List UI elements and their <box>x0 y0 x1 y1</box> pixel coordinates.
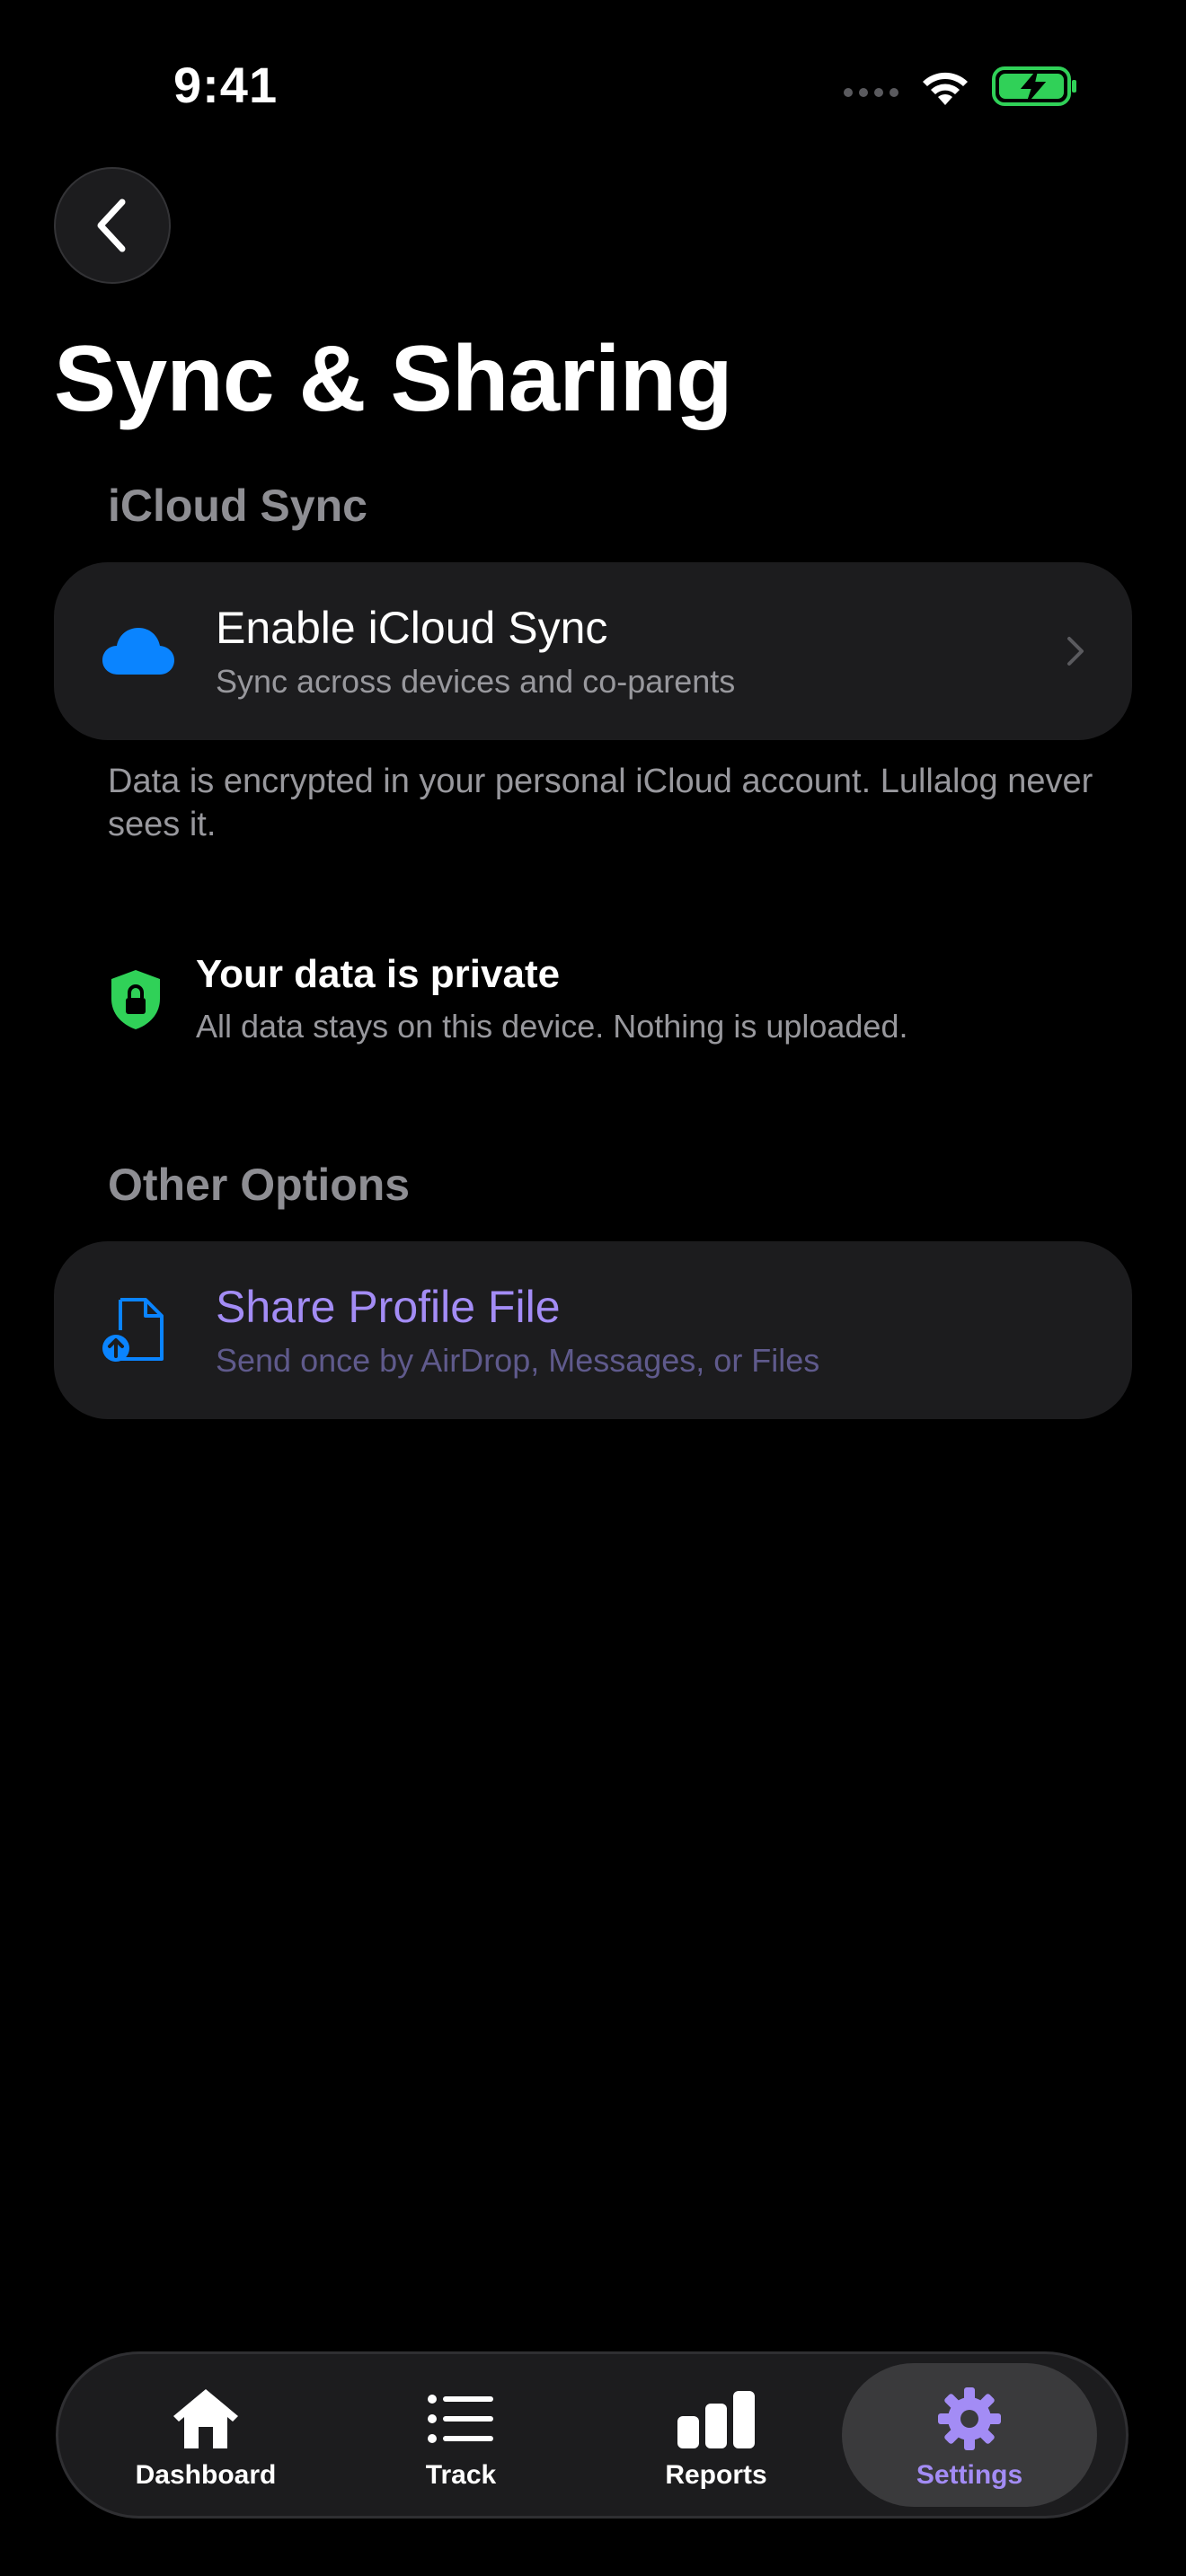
tab-bar: Dashboard Track Reports Settings <box>56 2351 1128 2519</box>
share-profile-file-title: Share Profile File <box>216 1282 561 1332</box>
cloud-icon <box>101 624 176 678</box>
battery-charging-icon <box>992 66 1076 106</box>
enable-icloud-sync-subtitle: Sync across devices and co-parents <box>216 663 736 700</box>
enable-icloud-sync-title: Enable iCloud Sync <box>216 603 608 653</box>
document-upload-icon <box>101 1294 173 1366</box>
lock-shield-icon <box>111 970 160 1029</box>
back-button[interactable] <box>54 167 171 284</box>
section-label-icloud: iCloud Sync <box>108 481 367 531</box>
page-title: Sync & Sharing <box>54 327 733 431</box>
status-time: 9:41 <box>173 57 279 113</box>
bar-chart-icon <box>589 2385 844 2453</box>
privacy-title: Your data is private <box>196 952 561 996</box>
tab-dashboard[interactable]: Dashboard <box>78 2363 333 2507</box>
tab-reports[interactable]: Reports <box>589 2363 844 2507</box>
gear-icon <box>842 2385 1097 2453</box>
list-icon <box>333 2385 589 2453</box>
share-profile-file-subtitle: Send once by AirDrop, Messages, or Files <box>216 1342 820 1379</box>
chevron-right-icon <box>1067 637 1084 666</box>
wifi-icon <box>923 72 968 105</box>
chevron-left-icon <box>97 198 126 252</box>
tab-settings-label: Settings <box>916 2460 1023 2490</box>
enable-icloud-sync-row[interactable]: Enable iCloud Sync Sync across devices a… <box>54 562 1132 740</box>
status-indicators <box>844 63 1078 110</box>
privacy-notice: Your data is private All data stays on t… <box>108 952 1096 1051</box>
tab-track[interactable]: Track <box>333 2363 589 2507</box>
tab-settings[interactable]: Settings <box>842 2363 1097 2507</box>
privacy-subtitle: All data stays on this device. Nothing i… <box>196 1008 908 1045</box>
house-icon <box>78 2385 333 2453</box>
tab-reports-label: Reports <box>665 2460 767 2490</box>
cellular-signal-icon <box>844 88 898 97</box>
icloud-footnote: Data is encrypted in your personal iClou… <box>108 763 1093 843</box>
section-label-other-options: Other Options <box>108 1160 411 1210</box>
tab-dashboard-label: Dashboard <box>135 2460 277 2490</box>
tab-track-label: Track <box>425 2460 497 2490</box>
share-profile-file-row[interactable]: Share Profile File Send once by AirDrop,… <box>54 1241 1132 1419</box>
